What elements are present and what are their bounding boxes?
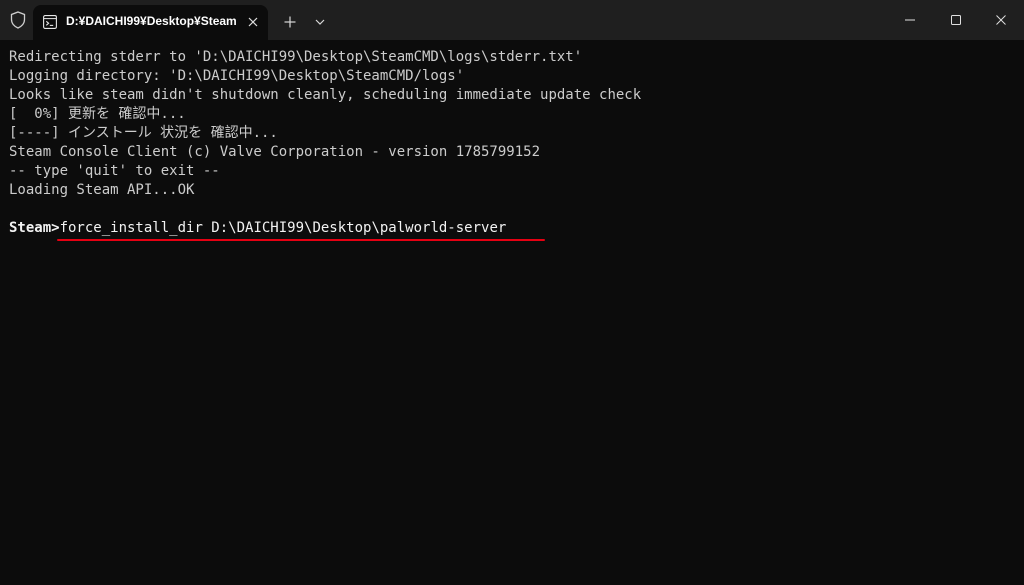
tab-terminal[interactable]: D:¥DAICHI99¥Desktop¥Steam — [33, 5, 268, 40]
shield-icon — [8, 9, 28, 31]
terminal-line: -- type 'quit' to exit -- — [9, 163, 220, 179]
close-icon — [996, 15, 1006, 25]
terminal-output[interactable]: Redirecting stderr to 'D:\DAICHI99\Deskt… — [9, 48, 1014, 241]
terminal-line: Looks like steam didn't shutdown cleanly… — [9, 87, 642, 103]
terminal-line: Loading Steam API...OK — [9, 182, 195, 198]
terminal-icon — [43, 15, 57, 29]
command-text: force_install_dir D:\DAICHI99\Desktop\pa… — [59, 220, 507, 236]
plus-icon — [284, 16, 296, 28]
terminal-line: [ 0%] 更新を 確認中... — [9, 106, 186, 122]
maximize-button[interactable] — [933, 0, 979, 40]
command-prompt-line[interactable]: Steam>force_install_dir D:\DAICHI99\Desk… — [9, 219, 1014, 241]
new-tab-button[interactable] — [280, 12, 300, 32]
minimize-button[interactable] — [887, 0, 933, 40]
maximize-icon — [951, 15, 961, 25]
terminal-line: [----] インストール 状況を 確認中... — [9, 125, 278, 141]
terminal-line: Logging directory: 'D:\DAICHI99\Desktop\… — [9, 68, 465, 84]
chevron-down-icon — [315, 19, 325, 25]
close-button[interactable] — [978, 0, 1024, 40]
tab-title: D:¥DAICHI99¥Desktop¥Steam — [66, 14, 237, 28]
terminal-line: Redirecting stderr to 'D:\DAICHI99\Deskt… — [9, 49, 583, 65]
close-tab-icon[interactable] — [245, 14, 261, 30]
tab-dropdown-button[interactable] — [310, 12, 330, 32]
annotation-underline — [57, 239, 545, 241]
terminal-line: Steam Console Client (c) Valve Corporati… — [9, 144, 541, 160]
title-bar: D:¥DAICHI99¥Desktop¥Steam — [0, 0, 1024, 40]
minimize-icon — [905, 19, 915, 21]
prompt-label: Steam> — [9, 220, 60, 236]
terminal-window: D:¥DAICHI99¥Desktop¥Steam Redirecting st… — [0, 0, 1024, 585]
